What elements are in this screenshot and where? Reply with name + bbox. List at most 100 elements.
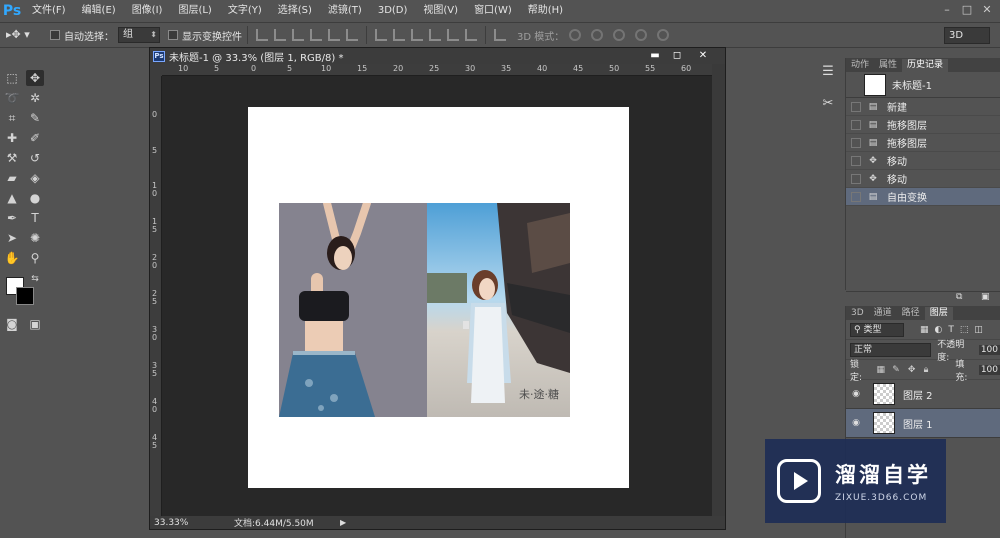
history-source-checkbox[interactable]	[851, 101, 861, 112]
menu-edit[interactable]: 编辑(E)	[74, 0, 124, 22]
eyedropper-tool-icon[interactable]: ✎	[26, 110, 44, 126]
menu-window[interactable]: 窗口(W)	[466, 0, 520, 22]
menu-image[interactable]: 图像(I)	[124, 0, 171, 22]
roll-3d-icon[interactable]	[591, 29, 604, 41]
distribute-bottom-icon[interactable]	[411, 29, 423, 41]
artboard[interactable]: 未·途·糖	[248, 107, 629, 488]
zoom-tool-icon[interactable]: ⚲	[26, 250, 44, 266]
align-vcenter-icon[interactable]	[274, 29, 286, 41]
menu-3d[interactable]: 3D(D)	[370, 0, 416, 22]
history-item[interactable]: ✥ 移动	[846, 152, 1000, 170]
history-item[interactable]: ▤ 拖移图层	[846, 134, 1000, 152]
align-bottom-icon[interactable]	[292, 29, 304, 41]
quick-mask-icon[interactable]: ◙	[3, 316, 21, 332]
auto-select-dropdown[interactable]: 组	[118, 27, 160, 43]
move-tool-icon[interactable]: ✥	[26, 70, 44, 86]
blend-mode-dropdown[interactable]: 正常	[850, 342, 932, 357]
healing-brush-tool-icon[interactable]: ✚	[3, 130, 21, 146]
tab-paths[interactable]: 路径	[897, 307, 925, 320]
menu-layer[interactable]: 图层(L)	[170, 0, 219, 22]
lock-position-icon[interactable]: ✥	[908, 365, 918, 375]
doc-maximize-icon[interactable]: ◻	[666, 49, 688, 62]
tools-presets-icon[interactable]: ✂	[820, 96, 836, 112]
drag-3d-icon[interactable]	[613, 29, 626, 41]
distribute-right-icon[interactable]	[465, 29, 477, 41]
camera-icon[interactable]: ▣	[981, 292, 990, 302]
lock-pixels-icon[interactable]: ✎	[892, 365, 902, 375]
auto-select-checkbox[interactable]	[50, 30, 60, 40]
menu-type[interactable]: 文字(Y)	[220, 0, 270, 22]
filter-adjustment-icon[interactable]: ◐	[935, 325, 943, 335]
canvas-area[interactable]: 未·途·糖	[162, 76, 712, 516]
actions-panel-icon[interactable]: ☰	[820, 64, 836, 80]
tab-layers[interactable]: 图层	[924, 307, 953, 320]
blur-tool-icon[interactable]: ▲	[3, 190, 21, 206]
screen-mode-icon[interactable]: ▣	[26, 316, 44, 332]
menu-help[interactable]: 帮助(H)	[520, 0, 571, 22]
custom-shape-tool-icon[interactable]: ✺	[26, 230, 44, 246]
eye-icon[interactable]: ◉	[849, 389, 863, 399]
vertical-scrollbar[interactable]	[712, 64, 725, 516]
document-tab[interactable]: Ps 未标题-1 @ 33.3% (图层 1, RGB/8) * ▬ ◻ ✕	[150, 48, 725, 64]
photo-street[interactable]: 未·途·糖	[427, 203, 570, 417]
fill-value[interactable]: 100	[978, 364, 1000, 375]
crop-tool-icon[interactable]: ⌗	[3, 110, 21, 126]
status-menu-arrow-icon[interactable]: ▶	[340, 518, 346, 527]
swap-colors-icon[interactable]: ⇆	[26, 271, 44, 287]
filter-pixel-icon[interactable]: ▦	[920, 325, 929, 335]
history-item[interactable]: ▤ 新建	[846, 98, 1000, 116]
paint-bucket-tool-icon[interactable]: ◈	[26, 170, 44, 186]
zoom-level[interactable]: 33.33%	[150, 518, 190, 528]
align-hcenter-icon[interactable]	[328, 29, 340, 41]
magic-wand-tool-icon[interactable]: ✲	[26, 90, 44, 106]
filter-type-icon[interactable]: T	[948, 325, 954, 335]
history-source-checkbox[interactable]	[851, 137, 861, 148]
rotate-3d-icon[interactable]	[569, 29, 582, 41]
history-source-checkbox[interactable]	[851, 191, 861, 202]
layer-name[interactable]: 图层 1	[903, 416, 933, 431]
history-source-checkbox[interactable]	[851, 155, 861, 166]
close-icon[interactable]: ✕	[978, 2, 996, 18]
auto-align-icon[interactable]	[494, 29, 506, 41]
tab-actions[interactable]: 动作	[846, 59, 874, 72]
menu-file[interactable]: 文件(F)	[24, 0, 74, 22]
history-snapshot[interactable]: 未标题-1	[846, 72, 1000, 98]
tab-channels[interactable]: 通道	[869, 307, 897, 320]
tab-properties[interactable]: 属性	[874, 59, 902, 72]
ruler-origin[interactable]	[150, 64, 162, 76]
minimize-icon[interactable]: –	[938, 2, 956, 18]
opacity-value[interactable]: 100	[978, 344, 1000, 355]
eye-icon[interactable]: ◉	[849, 418, 863, 428]
type-tool-icon[interactable]: T	[26, 210, 44, 226]
align-left-icon[interactable]	[310, 29, 322, 41]
doc-minimize-icon[interactable]: ▬	[644, 49, 666, 62]
history-brush-tool-icon[interactable]: ↺	[26, 150, 44, 166]
move-tool-preset-icon[interactable]: ▸✥ ▾	[6, 25, 42, 45]
menu-select[interactable]: 选择(S)	[270, 0, 320, 22]
brush-tool-icon[interactable]: ✐	[26, 130, 44, 146]
doc-close-icon[interactable]: ✕	[692, 49, 714, 62]
history-item-selected[interactable]: ▤ 自由变换	[846, 188, 1000, 206]
new-document-from-state-icon[interactable]: ⧉	[956, 292, 962, 302]
hand-tool-icon[interactable]: ✋	[3, 250, 21, 266]
photo-dancer[interactable]	[279, 203, 427, 417]
pen-tool-icon[interactable]: ✒	[3, 210, 21, 226]
menu-view[interactable]: 视图(V)	[415, 0, 466, 22]
workspace-dropdown[interactable]: 3D	[944, 27, 990, 44]
marquee-tool-icon[interactable]: ⬚	[3, 70, 21, 86]
lock-all-icon[interactable]: 🔒︎	[924, 365, 934, 375]
distribute-vcenter-icon[interactable]	[393, 29, 405, 41]
eraser-tool-icon[interactable]: ▰	[3, 170, 21, 186]
document-size[interactable]: 文档:6.44M/5.50M	[234, 516, 334, 529]
layer-row-selected[interactable]: ◉ 图层 1	[846, 409, 1000, 438]
filter-shape-icon[interactable]: ⬚	[960, 325, 969, 335]
slide-3d-icon[interactable]	[635, 29, 648, 41]
history-source-checkbox[interactable]	[851, 119, 861, 130]
history-item[interactable]: ▤ 拖移图层	[846, 116, 1000, 134]
filter-smart-object-icon[interactable]: ◫	[974, 325, 983, 335]
scale-3d-icon[interactable]	[657, 29, 670, 41]
clone-stamp-tool-icon[interactable]: ⚒	[3, 150, 21, 166]
tab-3d[interactable]: 3D	[846, 307, 869, 320]
lasso-tool-icon[interactable]: ➰	[3, 90, 21, 106]
path-selection-tool-icon[interactable]: ➤	[3, 230, 21, 246]
